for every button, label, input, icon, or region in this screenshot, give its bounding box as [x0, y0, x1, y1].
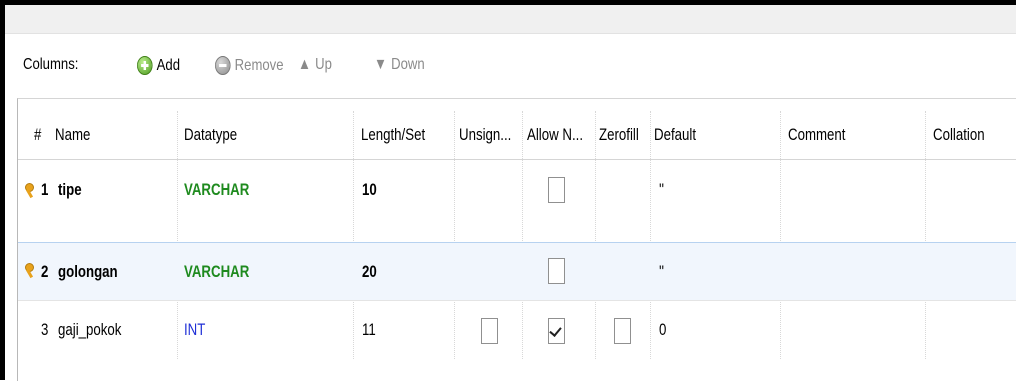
header-comment[interactable]: Comment — [788, 111, 862, 159]
move-down-button[interactable]: ▼ Down — [374, 56, 425, 74]
header-datatype[interactable]: Datatype — [184, 111, 252, 159]
cell-text: '' — [659, 261, 665, 281]
cell-text: 1 — [41, 180, 49, 199]
remove-icon — [215, 56, 231, 75]
cell-text: gaji_pokok — [58, 320, 122, 339]
cell-length[interactable]: 20 — [362, 243, 381, 300]
up-label: Up — [315, 56, 332, 73]
cell-text: 0 — [659, 320, 667, 339]
columns-label-text: Columns: — [23, 56, 79, 73]
cell-length[interactable]: 11 — [362, 301, 380, 359]
cell-default[interactable]: '' — [659, 243, 666, 300]
arrow-down-icon: ▼ — [374, 56, 387, 73]
cell-text: VARCHAR — [184, 180, 250, 199]
table-row-selected[interactable]: 2 golongan VARCHAR 20 '' — [18, 242, 1016, 301]
add-column-button[interactable]: Add — [137, 56, 180, 75]
primary-key-icon — [25, 183, 35, 197]
allow-null-checkbox[interactable] — [548, 318, 565, 344]
header-num[interactable]: # — [34, 111, 43, 159]
cell-text: '' — [659, 180, 665, 199]
cell-text: Unsign... — [459, 125, 512, 144]
header-default[interactable]: Default — [654, 111, 708, 159]
cell-text: Collation — [933, 125, 985, 144]
header-zerofill[interactable]: Zerofill — [599, 111, 650, 159]
cell-datatype[interactable]: INT — [184, 301, 211, 359]
allow-null-checkbox[interactable] — [548, 258, 565, 284]
cell-name[interactable]: golongan — [58, 243, 134, 300]
cell-text: 11 — [362, 320, 376, 339]
header-allow-null[interactable]: Allow N... — [527, 111, 599, 159]
cell-text: Default — [654, 125, 697, 144]
add-icon — [137, 56, 153, 75]
cell-text: 20 — [362, 261, 377, 281]
remove-label: Remove — [234, 56, 284, 74]
cell-text: 10 — [362, 180, 377, 199]
remove-column-button[interactable]: Remove — [215, 56, 284, 75]
cell-name[interactable]: tipe — [58, 160, 88, 220]
header-name[interactable]: Name — [55, 111, 100, 159]
cell-name[interactable]: gaji_pokok — [58, 301, 139, 359]
allow-null-checkbox[interactable] — [548, 177, 565, 203]
header-unsigned[interactable]: Unsign... — [459, 111, 526, 159]
add-label: Add — [156, 56, 181, 74]
cell-text: Comment — [788, 125, 846, 144]
cell-text: # — [34, 125, 42, 144]
cell-text: 3 — [41, 320, 49, 339]
move-up-button[interactable]: ▲ Up — [298, 56, 332, 74]
cell-text: Name — [55, 125, 91, 144]
cell-text: INT — [184, 320, 206, 339]
arrow-up-icon: ▲ — [298, 56, 311, 73]
grid-header: # Name Datatype Length/Set Unsign... All… — [18, 111, 1016, 160]
cell-text: Length/Set — [361, 125, 426, 144]
header-collation[interactable]: Collation — [933, 111, 999, 159]
cell-text: golongan — [58, 261, 118, 281]
cell-datatype[interactable]: VARCHAR — [184, 243, 268, 300]
cell-text: 2 — [41, 261, 49, 281]
table-row[interactable]: 1 tipe VARCHAR 10 '' — [18, 160, 1016, 220]
tab-strip — [5, 5, 1016, 34]
columns-label: Columns: — [23, 56, 78, 74]
columns-grid: # Name Datatype Length/Set Unsign... All… — [17, 98, 1016, 381]
unsigned-checkbox[interactable] — [481, 318, 498, 344]
row-num: 2 — [41, 243, 50, 300]
cell-datatype[interactable]: VARCHAR — [184, 160, 268, 220]
down-label: Down — [391, 56, 425, 73]
table-row[interactable]: 3 gaji_pokok INT 11 0 — [18, 300, 1016, 359]
cell-default[interactable]: '' — [659, 160, 666, 220]
cell-text: tipe — [58, 180, 82, 199]
zerofill-checkbox[interactable] — [614, 318, 631, 344]
cell-text: Allow N... — [527, 125, 584, 144]
cell-length[interactable]: 10 — [362, 160, 381, 220]
row-num: 3 — [41, 301, 50, 359]
cell-text: VARCHAR — [184, 261, 250, 281]
cell-text: Zerofill — [599, 125, 639, 144]
columns-toolbar: Columns: Add Remove ▲ Up ▼ Down — [5, 34, 1016, 98]
cell-text: Datatype — [184, 125, 238, 144]
cell-default[interactable]: 0 — [659, 301, 668, 359]
row-num: 1 — [41, 160, 50, 220]
header-length[interactable]: Length/Set — [361, 111, 443, 159]
primary-key-icon — [25, 263, 35, 277]
